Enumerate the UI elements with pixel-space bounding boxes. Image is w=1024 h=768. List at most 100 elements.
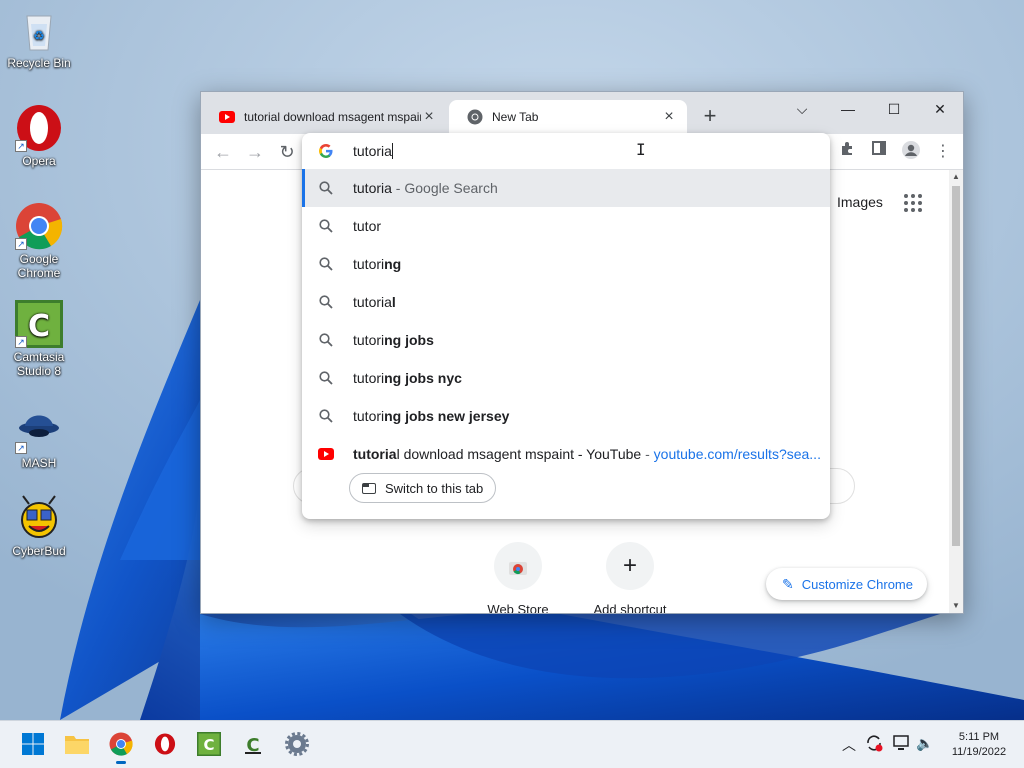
taskbar-camtasia[interactable]: C	[194, 729, 224, 759]
profile-avatar[interactable]	[899, 140, 923, 164]
close-tab-icon[interactable]: ×	[421, 109, 437, 125]
suggestion-typed: tutoria	[353, 294, 392, 310]
svg-text:C: C	[28, 309, 50, 344]
mouse-cursor-ibeam: I	[636, 140, 646, 159]
chrome-icon	[467, 109, 483, 125]
reload-button[interactable]: ↻	[275, 140, 299, 164]
taskbar-chrome[interactable]	[106, 729, 136, 764]
desktop-icon-label: Camtasia Studio 8	[13, 350, 65, 378]
switch-to-tab-label: Switch to this tab	[385, 480, 484, 496]
camtasia-recorder-icon: C	[245, 735, 261, 756]
suggestion-row[interactable]: tutor	[302, 207, 830, 245]
desktop-icon-recycle-bin[interactable]: ♻ Recycle Bin	[1, 6, 77, 70]
opera-icon	[154, 733, 176, 755]
clock-date: 11/19/2022	[951, 746, 1007, 758]
suggestion-row[interactable]: tutoring	[302, 245, 830, 283]
tab-title: tutorial download msagent mspaint - YouT…	[244, 110, 421, 124]
suggestion-completion: ng jobs new jersey	[384, 408, 510, 424]
search-icon	[319, 219, 333, 233]
customize-chrome-button[interactable]: ✎ Customize Chrome	[766, 568, 927, 600]
system-clock[interactable]: 5:11 PM 11/19/2022	[944, 730, 1014, 760]
desktop-icon-label: Recycle Bin	[7, 56, 71, 70]
suggestion-separator: -	[641, 446, 654, 462]
youtube-icon	[318, 448, 334, 460]
switch-to-tab-button[interactable]: Switch to this tab	[349, 473, 497, 503]
omnibox-input[interactable]: tutoria	[302, 133, 830, 169]
page-scrollbar[interactable]: ▲ ▼	[949, 170, 963, 613]
suggestion-row[interactable]: tutoria - Google Search	[302, 169, 830, 207]
sync-icon[interactable]	[864, 733, 884, 756]
forward-button[interactable]: →	[243, 140, 267, 164]
recycle-bin-icon: ♻	[15, 6, 63, 54]
suggestion-row[interactable]: tutoring jobs nyc	[302, 359, 830, 397]
taskbar-opera[interactable]	[150, 729, 180, 759]
suggestion-rest: l download msagent mspaint - YouTube	[396, 446, 642, 462]
suggestion-match: tutoria	[353, 446, 397, 462]
suggestion-completion: ng	[384, 256, 402, 272]
scrollbar-thumb[interactable]	[952, 186, 960, 546]
side-panel-icon[interactable]	[867, 140, 891, 164]
close-tab-icon[interactable]: ×	[661, 109, 677, 125]
file-explorer-icon	[65, 736, 89, 754]
suggestion-description: - Google Search	[391, 180, 498, 196]
extensions-icon[interactable]	[835, 140, 859, 164]
tab-youtube[interactable]: tutorial download msagent mspaint - YouT…	[201, 100, 447, 134]
desktop-icon-chrome[interactable]: ↗ Google Chrome	[1, 202, 77, 280]
taskbar-file-explorer[interactable]	[62, 729, 92, 759]
text-caret	[391, 143, 393, 159]
shortcut-add[interactable]: + Add shortcut	[575, 542, 685, 613]
taskbar: C C ︿ 🔈 5:11 PM 11/19/2022	[0, 720, 1024, 768]
scroll-up-arrow-icon[interactable]: ▲	[949, 170, 963, 184]
settings-icon	[285, 732, 309, 756]
network-icon[interactable]	[892, 733, 912, 756]
search-icon	[319, 181, 333, 195]
search-icon	[319, 371, 333, 385]
desktop-icon-label: MASH	[21, 456, 57, 470]
desktop-icon-mash[interactable]: ↗ MASH	[1, 406, 77, 470]
back-button[interactable]: ←	[211, 140, 235, 164]
start-button[interactable]	[18, 729, 48, 759]
desktop-icon-label: CyberBud	[12, 544, 66, 558]
tab-strip: tutorial download msagent mspaint - YouT…	[201, 92, 963, 134]
clock-time: 5:11 PM	[958, 731, 1000, 743]
running-indicator	[116, 761, 126, 764]
maximize-button[interactable]: ☐	[871, 96, 917, 122]
suggestion-row[interactable]: tutorial	[302, 283, 830, 321]
chrome-icon: ↗	[15, 202, 63, 250]
taskbar-settings[interactable]	[282, 729, 312, 759]
suggestion-row[interactable]: tutoring jobs new jersey	[302, 397, 830, 435]
shortcut-web-store[interactable]: Web Store	[463, 542, 573, 613]
close-window-button[interactable]: ✕	[917, 96, 963, 122]
show-hidden-icons-chevron-icon[interactable]: ︿	[842, 735, 856, 755]
search-icon	[319, 257, 333, 271]
scroll-down-arrow-icon[interactable]: ▼	[949, 599, 963, 613]
suggestion-typed: tutori	[353, 370, 385, 386]
taskbar-camtasia-recorder[interactable]: C	[238, 729, 268, 759]
volume-icon[interactable]: 🔈	[916, 735, 933, 752]
desktop-icon-label: Google Chrome	[17, 252, 61, 280]
google-apps-icon[interactable]	[903, 193, 923, 213]
omnibox-text: tutoria	[353, 143, 392, 159]
new-tab-button[interactable]: +	[699, 105, 721, 128]
suggestion-typed: tutoria	[353, 180, 392, 196]
chrome-menu-icon[interactable]: ⋮	[931, 140, 955, 164]
customize-chrome-label: Customize Chrome	[801, 576, 913, 592]
suggestion-typed: tutori	[353, 332, 385, 348]
desktop-icon-opera[interactable]: ↗ Opera	[1, 104, 77, 168]
suggestion-tab-match[interactable]: tutorial download msagent mspaint - YouT…	[302, 435, 830, 473]
suggestion-typed: tutori	[353, 256, 385, 272]
desktop-icon-cyberbud[interactable]: CyberBud	[1, 494, 77, 558]
mash-icon: ↗	[15, 406, 63, 454]
minimize-button[interactable]: —	[825, 96, 871, 122]
youtube-icon	[219, 111, 235, 123]
suggestion-typed: tutori	[353, 408, 385, 424]
tab-search-button[interactable]: ⌵	[779, 96, 825, 122]
cyberbud-icon	[15, 494, 63, 542]
suggestion-row[interactable]: tutoring jobs	[302, 321, 830, 359]
desktop-icon-camtasia[interactable]: C ↗ Camtasia Studio 8	[1, 300, 77, 378]
images-link[interactable]: Images	[837, 194, 883, 210]
desktop-icon-label: Opera	[22, 154, 56, 168]
tab-new-tab[interactable]: New Tab ×	[449, 100, 687, 134]
svg-text:C: C	[203, 736, 214, 754]
camtasia-icon: C	[197, 732, 221, 756]
